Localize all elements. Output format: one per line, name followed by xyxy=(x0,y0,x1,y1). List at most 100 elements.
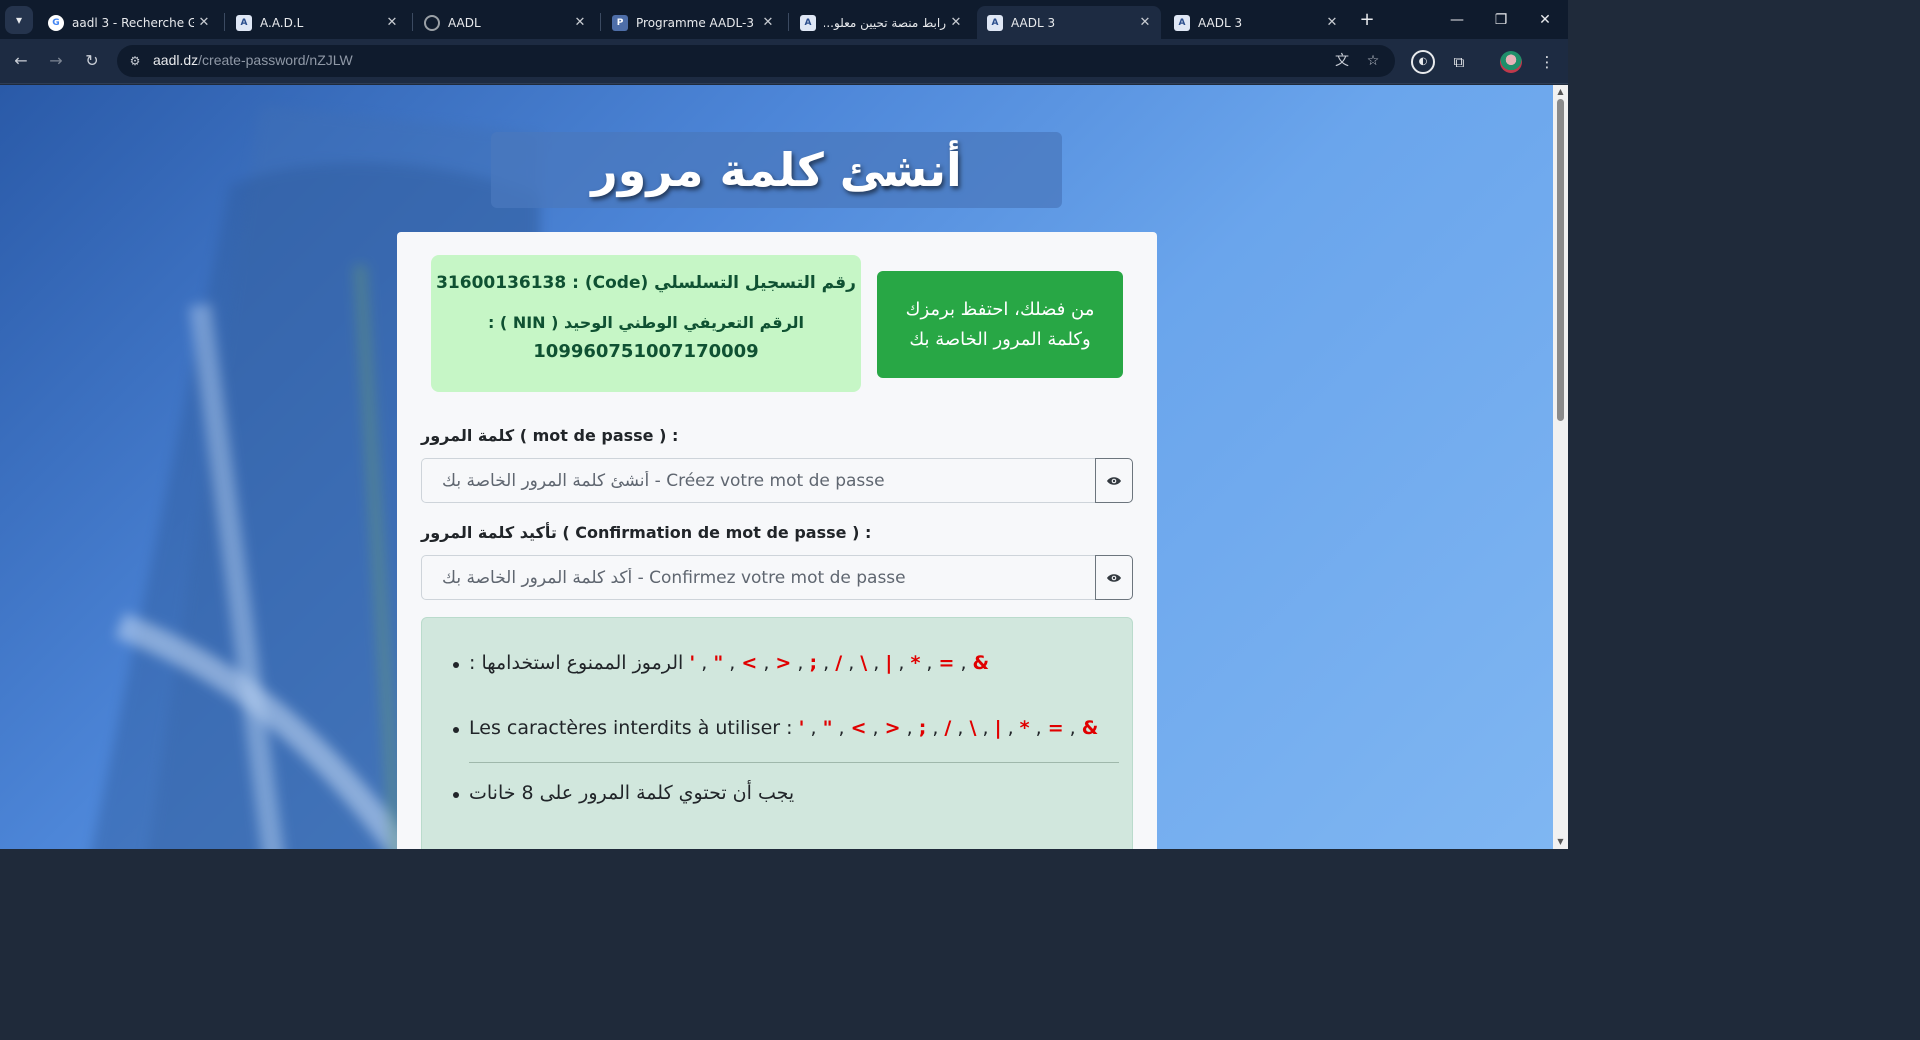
close-icon[interactable]: ✕ xyxy=(1135,15,1155,30)
forbidden-chars-rule-fr: Les caractères interdits à utiliser : ' … xyxy=(452,717,1099,739)
reload-button[interactable]: ↻ xyxy=(80,49,104,73)
forbidden-chars-list: ' , " , < , > , ; , / , \ , | , * , = , … xyxy=(689,652,990,674)
forbidden-char: ; xyxy=(918,717,927,739)
globe-icon xyxy=(424,14,440,31)
forbidden-char: * xyxy=(1019,717,1030,739)
close-icon[interactable]: ✕ xyxy=(1322,15,1342,30)
tab-separator xyxy=(600,13,601,31)
translate-icon[interactable]: 文 xyxy=(1333,52,1351,70)
browser-toolbar: ← → ↻ ⚙ aadl.dz/create-password/nZJLW 文 … xyxy=(0,39,1568,84)
tab-title: A.A.D.L xyxy=(260,15,304,30)
eye-icon xyxy=(1107,573,1121,582)
forbidden-char: | xyxy=(885,652,893,674)
password-label: كلمة المرور ( mot de passe ) : xyxy=(421,426,679,445)
aadl-program-icon: P xyxy=(612,14,628,31)
confirm-password-input-group xyxy=(421,555,1133,600)
tab-title: AADL 3 xyxy=(1011,15,1056,30)
minimize-button[interactable]: — xyxy=(1442,8,1472,32)
keep-credentials-notice: من فضلك، احتفظ برمزك وكلمة المرور الخاصة… xyxy=(877,271,1123,378)
rule-divider xyxy=(469,762,1119,763)
tab-arabic-platform[interactable]: A رابط منصة تحيين معلو... ✕ xyxy=(790,6,972,39)
length-rule: يجب أن تحتوي كلمة المرور على 8 خانات xyxy=(452,782,794,804)
password-rules-box: الرموز الممنوع استخدامها : ' , " , < , >… xyxy=(421,617,1133,849)
password-input-group xyxy=(421,458,1133,503)
close-icon[interactable]: ✕ xyxy=(758,15,778,30)
forbidden-char: & xyxy=(1081,717,1099,739)
tab-aadl3-active[interactable]: A AADL 3 ✕ xyxy=(977,6,1161,39)
forbidden-char: " xyxy=(822,717,833,739)
restore-button[interactable]: ❐ xyxy=(1486,8,1516,32)
forbidden-char: / xyxy=(835,652,843,674)
scroll-down-arrow[interactable]: ▼ xyxy=(1556,837,1565,846)
forbidden-char: ' xyxy=(689,652,696,674)
back-button[interactable]: ← xyxy=(9,49,33,73)
toggle-password-visibility-button[interactable] xyxy=(1095,458,1133,503)
url-text[interactable]: aadl.dz/create-password/nZJLW xyxy=(153,52,353,68)
close-icon[interactable]: ✕ xyxy=(570,15,590,30)
forbidden-char: ; xyxy=(809,652,818,674)
forbidden-char: ' xyxy=(798,717,805,739)
tab-separator xyxy=(224,13,225,31)
address-bar[interactable]: ⚙ aadl.dz/create-password/nZJLW 文 ☆ xyxy=(117,45,1395,77)
new-tab-button[interactable]: + xyxy=(1356,9,1378,31)
chevron-down-icon: ▾ xyxy=(15,13,23,27)
forbidden-char: " xyxy=(713,652,724,674)
registration-info-box: رقم التسجيل التسلسلي (Code) : 3160013613… xyxy=(431,255,861,392)
forbidden-char: < xyxy=(850,717,867,739)
registration-code: رقم التسجيل التسلسلي (Code) : 3160013613… xyxy=(436,273,856,293)
window-close-button[interactable]: ✕ xyxy=(1530,8,1560,32)
scroll-up-arrow[interactable]: ▲ xyxy=(1556,87,1565,96)
aadl-logo-icon: A xyxy=(800,14,816,31)
site-info-icon[interactable]: ⚙ xyxy=(127,53,143,69)
tab-title: AADL xyxy=(448,15,481,30)
aadl-logo-icon: A xyxy=(1174,14,1190,31)
browser-tabstrip: ▾ G aadl 3 - Recherche Goo ✕ A A.A.D.L ✕… xyxy=(0,0,1568,39)
close-icon[interactable]: ✕ xyxy=(946,15,966,30)
profile-avatar[interactable] xyxy=(1500,51,1522,73)
extension-icon[interactable]: ◐ xyxy=(1411,50,1435,74)
bookmark-star-icon[interactable]: ☆ xyxy=(1364,52,1382,70)
forbidden-char: & xyxy=(972,652,990,674)
close-icon[interactable]: ✕ xyxy=(382,15,402,30)
tab-search-button[interactable]: ▾ xyxy=(5,6,33,34)
tab-aadl-2[interactable]: AADL ✕ xyxy=(414,6,596,39)
forbidden-char: = xyxy=(938,652,955,674)
tab-programme-aadl[interactable]: P Programme AADL-3 : l ✕ xyxy=(602,6,784,39)
create-password-card: رقم التسجيل التسلسلي (Code) : 3160013613… xyxy=(397,232,1157,849)
tab-title: رابط منصة تحيين معلو... xyxy=(824,15,946,30)
page-viewport: أنشئ كلمة مرور رقم التسجيل التسلسلي (Cod… xyxy=(0,85,1553,849)
eye-icon xyxy=(1107,476,1121,485)
nin-label: الرقم التعريفي الوطني الوحيد ( NIN ) : xyxy=(487,313,805,332)
scroll-thumb[interactable] xyxy=(1557,99,1564,421)
toggle-confirm-visibility-button[interactable] xyxy=(1095,555,1133,600)
google-icon: G xyxy=(48,14,64,31)
nin-value: 109960751007170009 xyxy=(533,341,759,362)
puzzle-extensions-icon[interactable]: ⧉ xyxy=(1447,50,1471,74)
forbidden-char: | xyxy=(994,717,1002,739)
rule-label: Les caractères interdits à utiliser : xyxy=(469,717,793,739)
page-scrollbar[interactable]: ▲ ▼ xyxy=(1553,85,1568,849)
tab-title: AADL 3 xyxy=(1198,15,1243,30)
tab-aadl3[interactable]: A AADL 3 ✕ xyxy=(1164,6,1348,39)
forbidden-char: \ xyxy=(860,652,868,674)
forbidden-char: * xyxy=(910,652,921,674)
confirm-password-input[interactable] xyxy=(421,555,1095,600)
tab-separator xyxy=(412,13,413,31)
forbidden-char: \ xyxy=(969,717,977,739)
forward-button[interactable]: → xyxy=(44,49,68,73)
forbidden-chars-list: ' , " , < , > , ; , / , \ , | , * , = , … xyxy=(798,717,1099,739)
tab-google-search[interactable]: G aadl 3 - Recherche Goo ✕ xyxy=(38,6,220,39)
close-icon[interactable]: ✕ xyxy=(194,15,214,30)
tab-title: aadl 3 - Recherche Goo xyxy=(72,15,194,30)
aadl-logo-icon: A xyxy=(987,14,1003,31)
more-menu-icon[interactable]: ⋮ xyxy=(1535,50,1559,74)
forbidden-char: / xyxy=(944,717,952,739)
confirm-password-label: تأكيد كلمة المرور ( Confirmation de mot … xyxy=(421,523,872,542)
forbidden-char: = xyxy=(1047,717,1064,739)
tab-aadl-1[interactable]: A A.A.D.L ✕ xyxy=(226,6,408,39)
forbidden-char: < xyxy=(741,652,758,674)
aadl-logo-icon: A xyxy=(236,14,252,31)
password-input[interactable] xyxy=(421,458,1095,503)
forbidden-char: > xyxy=(775,652,792,674)
tab-title: Programme AADL-3 : l xyxy=(636,15,758,30)
